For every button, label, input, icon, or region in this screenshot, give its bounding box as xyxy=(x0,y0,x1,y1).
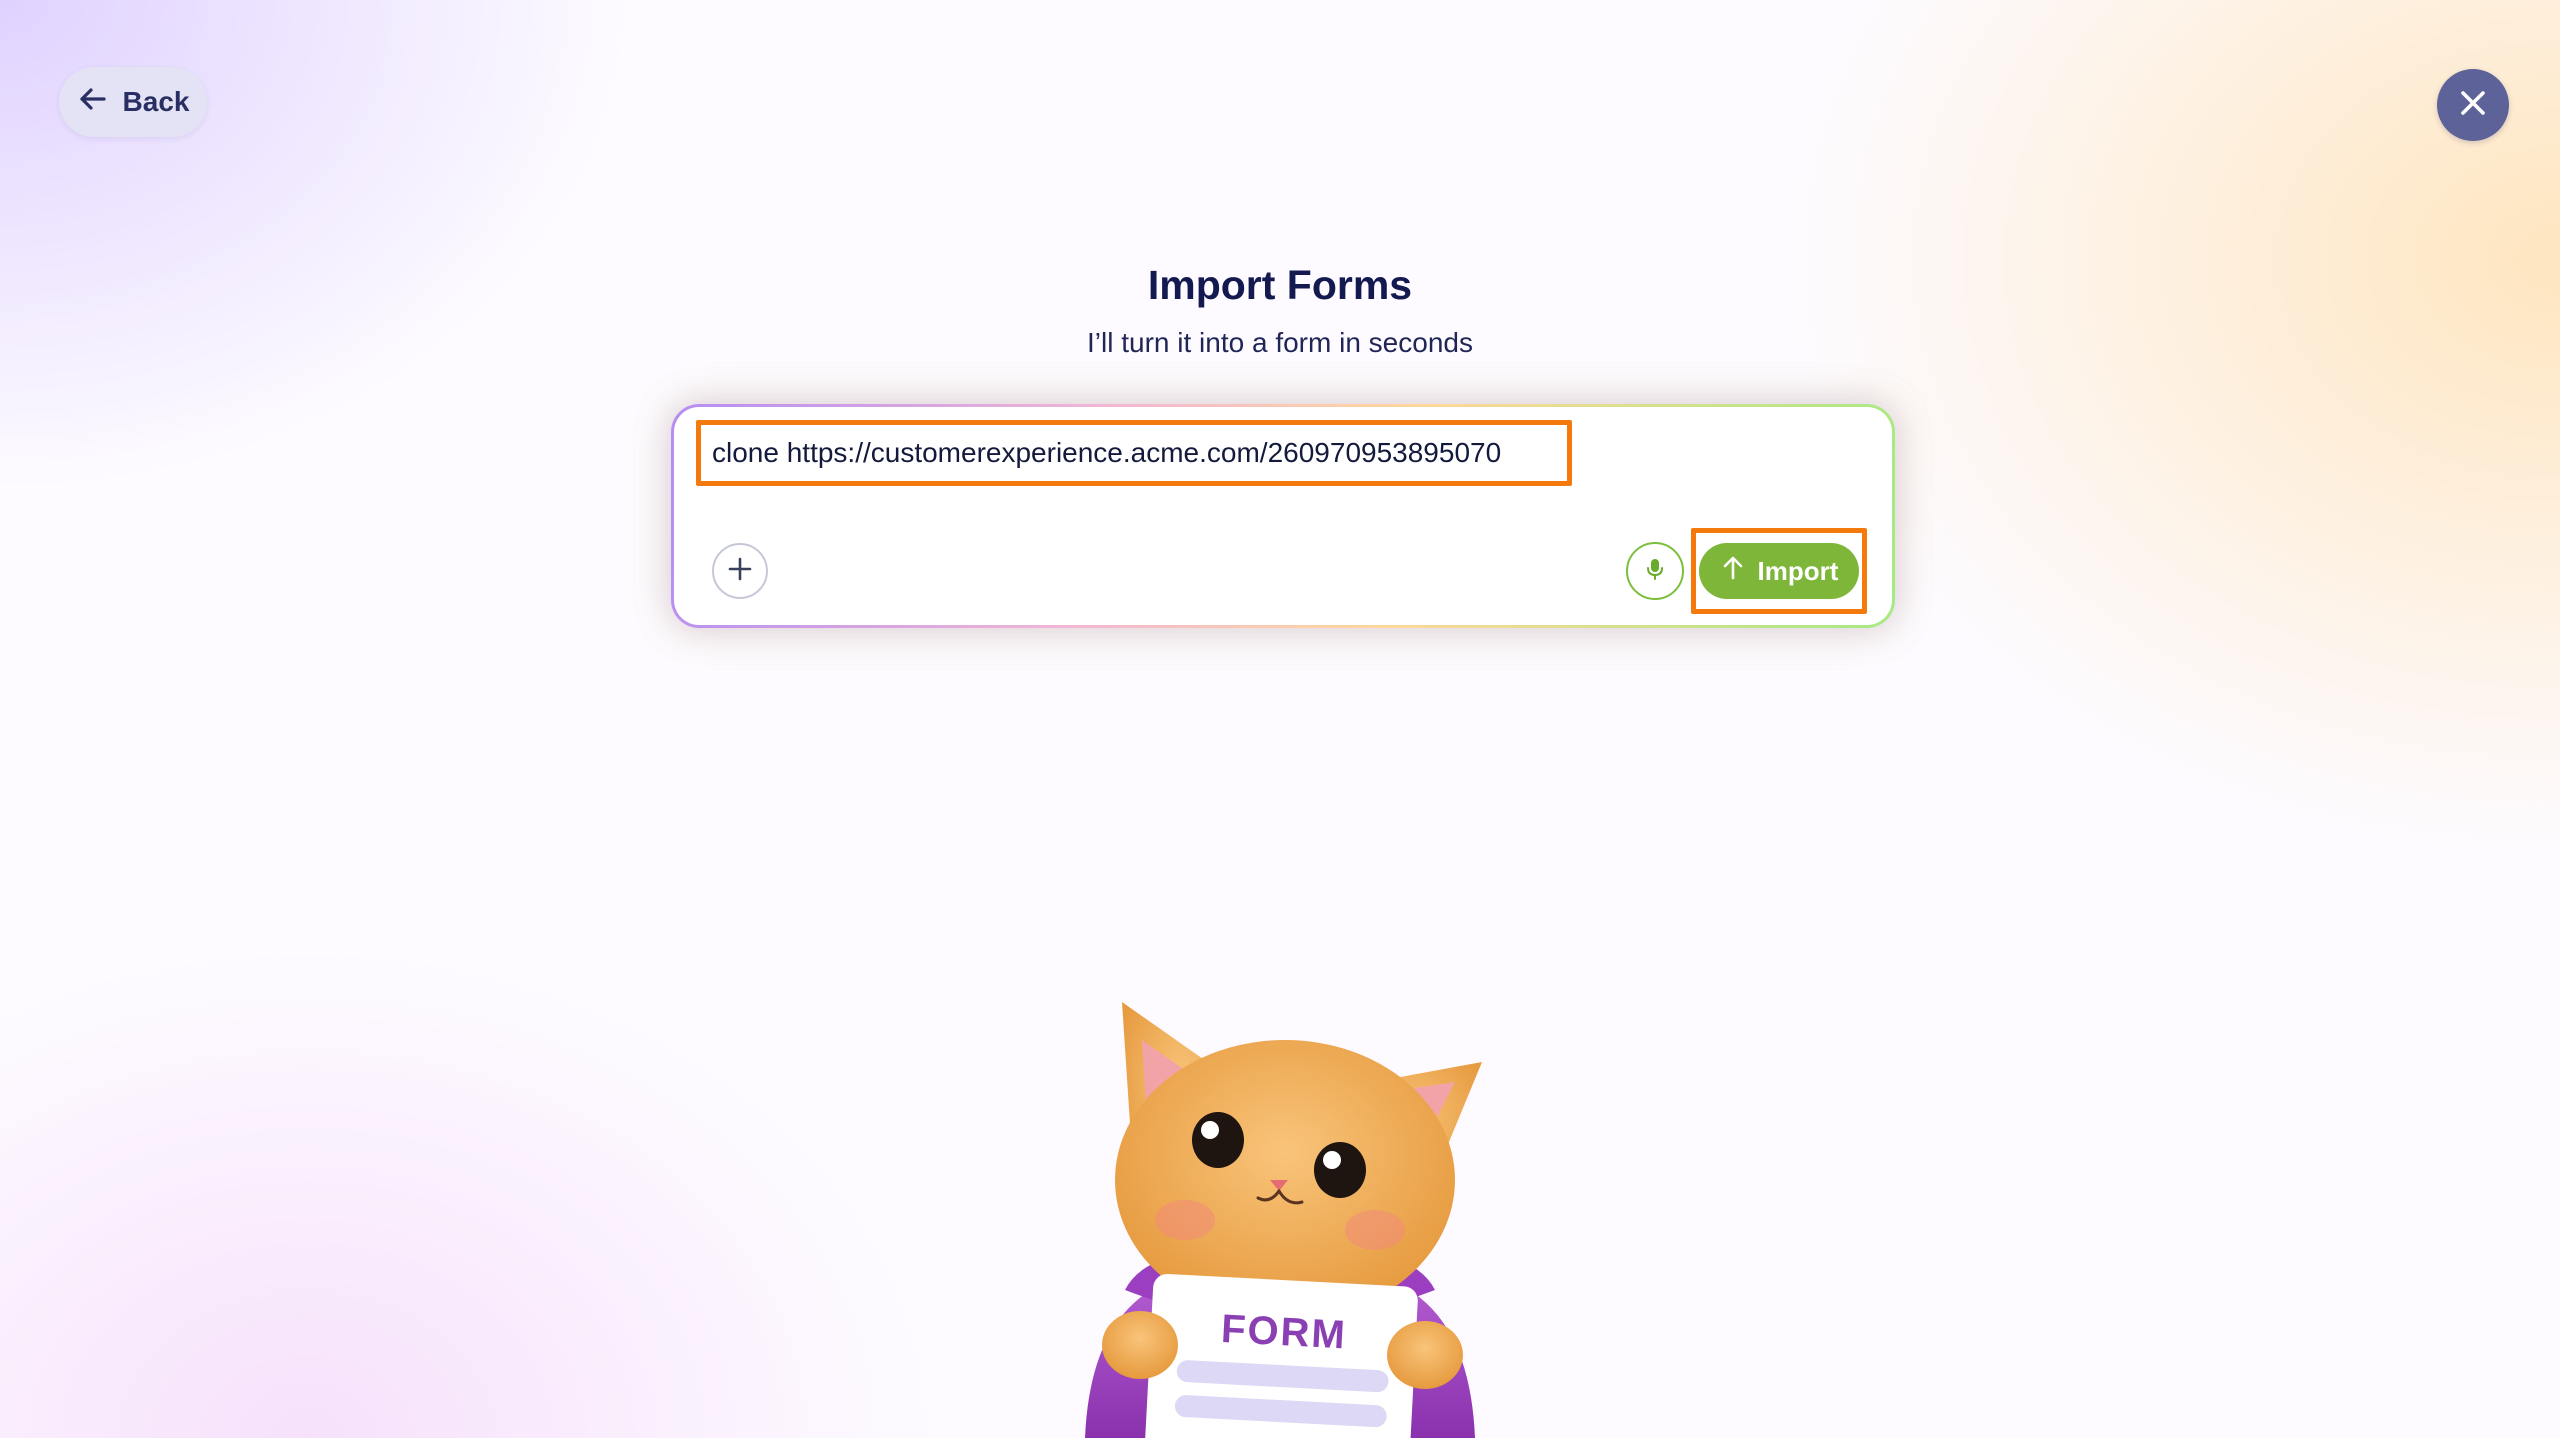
import-prompt-card: clone https://customerexperience.acme.co… xyxy=(671,404,1895,628)
back-label: Back xyxy=(122,86,190,117)
import-prompt-inner: clone https://customerexperience.acme.co… xyxy=(674,407,1892,625)
plus-icon xyxy=(726,555,754,588)
voice-input-button[interactable] xyxy=(1626,542,1684,600)
arrow-left-icon xyxy=(77,83,109,122)
page-subtitle: I’ll turn it into a form in seconds xyxy=(1087,327,1473,358)
page-title: Import Forms xyxy=(1147,262,1413,308)
close-button[interactable] xyxy=(2437,69,2509,141)
microphone-icon xyxy=(1642,556,1668,587)
cat-mascot-illustration: FORM xyxy=(1085,1002,1482,1438)
back-button[interactable]: Back xyxy=(59,67,207,137)
add-attachment-button[interactable] xyxy=(712,543,768,599)
input-highlight-box xyxy=(696,420,1572,486)
import-highlight-box xyxy=(1691,528,1867,614)
close-icon xyxy=(2457,87,2489,124)
sign-text: FORM xyxy=(1220,1307,1348,1358)
